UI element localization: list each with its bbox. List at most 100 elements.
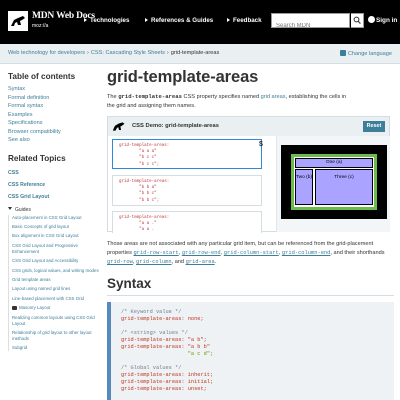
- syntax-heading: Syntax: [107, 276, 152, 291]
- triangle-down-icon: [8, 207, 12, 210]
- guide-item[interactable]: Basic Concepts of grid layout: [12, 224, 100, 230]
- top-navigation-bar: MDN Web Docs moz://a Technologies Refere…: [0, 0, 400, 44]
- guide-item[interactable]: Subgrid: [12, 345, 100, 351]
- logo-subtext: moz://a: [32, 23, 49, 29]
- code-line: grid-template-areas: unset;: [121, 386, 207, 392]
- page-title: grid-template-areas: [107, 68, 259, 86]
- guide-item[interactable]: CSS grids, logical values, and writing m…: [12, 268, 100, 274]
- toc-item-formal-definition[interactable]: Formal definition: [8, 94, 100, 103]
- demo-choice-3[interactable]: grid-template-areas: "a a ." "a a .: [112, 211, 262, 233]
- code-link-grid-row-end[interactable]: grid-row-end: [182, 250, 221, 256]
- grid-area-b: Two (b): [295, 169, 313, 205]
- demo-choice-1[interactable]: grid-template-areas: "a a a" "b c c" "b …: [112, 139, 262, 169]
- grid-area-a: One (a): [295, 158, 373, 168]
- mdn-logo[interactable]: MDN Web Docs moz://a: [8, 9, 95, 35]
- intro-text: The: [107, 94, 119, 100]
- code-line: grid-template-areas: "a b b": [121, 344, 211, 350]
- nav-label: Technologies: [90, 17, 130, 24]
- guide-item[interactable]: CSS Grid Layout and Progressive Enhancem…: [12, 243, 100, 254]
- para-text: , and their shorthands: [330, 250, 385, 257]
- para-text: , and: [171, 259, 186, 266]
- language-icon: [339, 50, 346, 56]
- guides-label: Guides: [15, 206, 31, 213]
- code-link-grid-column-end[interactable]: grid-column-end: [282, 250, 331, 256]
- code-link-grid-column[interactable]: grid-column: [136, 259, 172, 265]
- para-text: .: [214, 259, 217, 266]
- grid-areas-link[interactable]: grid areas: [261, 94, 286, 100]
- breadcrumb: Web technology for developers › CSS: Casca…: [8, 50, 219, 56]
- related-css-reference[interactable]: CSS Reference: [8, 182, 100, 189]
- guide-item[interactable]: Box alignment in CSS Grid Layout: [12, 233, 100, 239]
- github-icon: [368, 16, 375, 23]
- code-line: "a c d";: [121, 351, 214, 357]
- code-line: grid-template-areas: initial;: [121, 379, 214, 385]
- guides-toggle[interactable]: Guides: [8, 207, 100, 213]
- code-link-grid-row-start[interactable]: grid-row-start: [133, 250, 178, 256]
- toc-list: Syntax Formal definition Formal syntax E…: [8, 85, 100, 145]
- mozilla-dino-icon: [8, 11, 28, 31]
- related-css[interactable]: CSS: [8, 170, 100, 177]
- nav-feedback[interactable]: Feedback: [227, 17, 262, 24]
- related-topics-title: Related Topics: [8, 153, 66, 163]
- related-topics-list: CSS CSS Reference CSS Grid Layout: [8, 170, 100, 201]
- toc-title: Table of contents: [8, 72, 76, 81]
- toc-item-browser-compatibility[interactable]: Browser compatibility: [8, 128, 100, 137]
- sign-in-link[interactable]: Sign in: [368, 16, 397, 24]
- placement-paragraph: Those areas are not associated with any …: [107, 240, 394, 268]
- search-input[interactable]: [272, 19, 349, 33]
- grid-area-c: Three (c): [315, 169, 373, 205]
- guide-item[interactable]: Relationship of grid layout to other lay…: [12, 330, 100, 341]
- nav-label: Feedback: [233, 17, 262, 24]
- sign-in-label: Sign in: [376, 17, 398, 24]
- code-link-grid-column-start[interactable]: grid-column-start: [224, 250, 279, 256]
- toc-item-specifications[interactable]: Specifications: [8, 119, 100, 128]
- intro-code: grid-template-areas: [118, 93, 182, 100]
- guide-item[interactable]: Auto-placement in CSS Grid Layout: [12, 215, 100, 221]
- guide-item[interactable]: Layout using named grid lines: [12, 286, 100, 292]
- code-line: grid-template-areas: none;: [121, 316, 204, 322]
- code-comment: /* Keyword value */: [121, 309, 182, 315]
- toc-item-formal-syntax[interactable]: Formal syntax: [8, 102, 100, 111]
- code-link-grid-area[interactable]: grid-area: [186, 259, 215, 265]
- copy-icon[interactable]: $: [259, 141, 266, 149]
- guide-item-masonry[interactable]: Masonry Layout: [12, 305, 100, 311]
- guides-list: Auto-placement in CSS Grid Layout Basic …: [8, 214, 100, 351]
- breadcrumb-web-technology[interactable]: Web technology for developers: [8, 50, 85, 56]
- demo-choice-2[interactable]: grid-template-areas: "b b a" "b b c" "b …: [112, 175, 262, 206]
- nav-label: References & Guides: [151, 17, 214, 24]
- breadcrumb-css[interactable]: CSS: Cascading Style Sheets: [91, 50, 165, 56]
- guide-item[interactable]: Line-based placement with CSS Grid: [12, 296, 100, 302]
- syntax-code-block: /* Keyword value */ grid-template-areas:…: [107, 302, 394, 400]
- caret-right-icon: [227, 18, 230, 22]
- guide-item[interactable]: Grid template areas: [12, 277, 100, 283]
- breadcrumb-current: grid-template-areas: [170, 50, 220, 56]
- demo-title: CSS Demo: grid-template-areas: [132, 123, 219, 129]
- search-field[interactable]: [271, 13, 350, 33]
- guide-item-label: Masonry Layout: [19, 305, 51, 311]
- change-language-label: Change language: [347, 51, 392, 57]
- demo-output: One (a) Two (b) Three (c): [276, 136, 390, 232]
- interactive-demo: CSS Demo: grid-template-areas Reset grid…: [107, 116, 390, 233]
- guide-item[interactable]: CSS Grid Layout and Accessibility: [12, 258, 100, 264]
- nav-technologies[interactable]: Technologies: [84, 17, 129, 24]
- search-button[interactable]: [351, 13, 364, 28]
- toc-item-see-also[interactable]: See also: [8, 136, 100, 145]
- guide-item[interactable]: Realizing common layouts using CSS Grid …: [12, 315, 100, 326]
- code-link-grid-row[interactable]: grid-row: [107, 259, 133, 265]
- toc-item-syntax[interactable]: Syntax: [8, 85, 100, 94]
- code-comment: /* Global values */: [121, 365, 182, 371]
- breadcrumb-separator: ›: [166, 50, 169, 56]
- intro-paragraph: The grid-template-areas CSS property spe…: [107, 92, 347, 112]
- breadcrumb-bar: Web technology for developers › CSS: Casca…: [0, 44, 400, 64]
- related-css-grid-layout[interactable]: CSS Grid Layout: [8, 194, 100, 201]
- reset-button[interactable]: Reset: [363, 121, 385, 132]
- intro-text: CSS property specifies named: [181, 94, 261, 100]
- caret-right-icon: [145, 18, 148, 22]
- toc-item-examples[interactable]: Examples: [8, 111, 100, 120]
- section-divider: [107, 295, 394, 296]
- sidebar: Table of contents Syntax Formal definiti…: [8, 72, 100, 355]
- change-language-link[interactable]: Change language: [339, 50, 392, 57]
- code-line: grid-template-areas: "a b";: [121, 337, 207, 343]
- nav-references-guides[interactable]: References & Guides: [145, 17, 213, 24]
- mozilla-dino-icon: [112, 122, 125, 131]
